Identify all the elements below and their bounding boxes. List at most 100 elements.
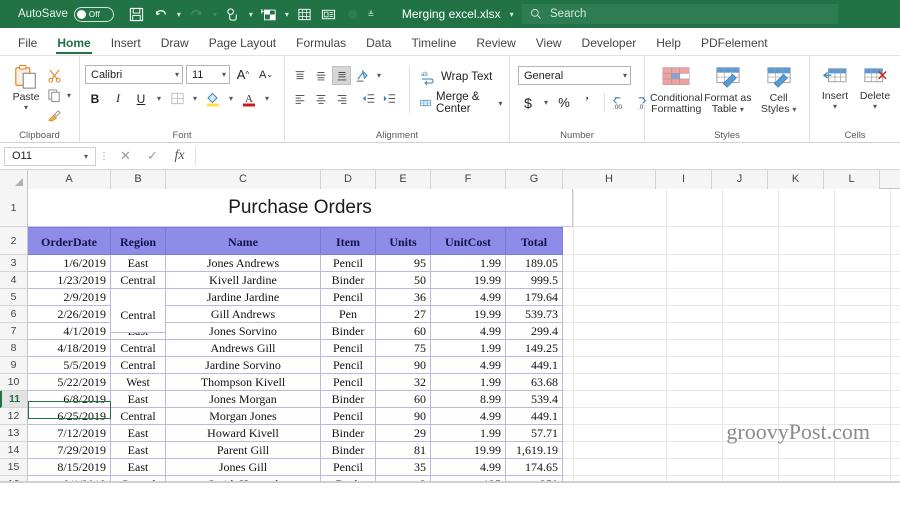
tab-insert[interactable]: Insert xyxy=(101,33,151,55)
delete-dropdown-icon[interactable]: ▾ xyxy=(870,102,880,111)
record-icon[interactable] xyxy=(342,3,364,25)
accounting-dropdown-icon[interactable]: ▾ xyxy=(541,98,551,107)
cell-orderdate[interactable]: 5/5/2019 xyxy=(28,357,111,374)
paste-button[interactable]: Paste ▾ xyxy=(5,62,47,112)
cell-styles-dropdown-icon[interactable]: ▾ xyxy=(792,105,796,114)
column-header-e[interactable]: E xyxy=(376,170,431,189)
tab-review[interactable]: Review xyxy=(466,33,525,55)
save-icon[interactable] xyxy=(126,3,148,25)
cell-total[interactable]: 299.4 xyxy=(506,323,563,340)
cell-region[interactable]: East xyxy=(111,391,166,408)
row-header-14[interactable]: 14 xyxy=(0,442,27,459)
cell-units[interactable]: 81 xyxy=(376,442,431,459)
cell-orderdate[interactable]: 1/23/2019 xyxy=(28,272,111,289)
cell-name[interactable]: Morgan Jones xyxy=(166,408,321,425)
row-header-7[interactable]: 7 xyxy=(0,323,27,340)
cell-total[interactable]: 539.73 xyxy=(506,306,563,323)
cell-total[interactable]: 174.65 xyxy=(506,459,563,476)
cell-units[interactable]: 35 xyxy=(376,459,431,476)
number-format-combo[interactable]: General ▾ xyxy=(518,66,631,85)
row-header-8[interactable]: 8 xyxy=(0,340,27,357)
font-color-button[interactable]: A xyxy=(239,89,259,108)
cell-total[interactable]: 189.05 xyxy=(506,255,563,272)
row-header-6[interactable]: 6 xyxy=(0,306,27,323)
cell-orderdate[interactable]: 1/6/2019 xyxy=(28,255,111,272)
merge-center-button[interactable]: Merge & Center ▾ xyxy=(420,91,504,115)
orientation-dropdown-icon[interactable]: ▾ xyxy=(374,71,384,80)
cell-total[interactable]: 449.1 xyxy=(506,408,563,425)
align-right-button[interactable] xyxy=(332,89,351,108)
increase-font-size-button[interactable]: A ^ xyxy=(233,65,253,84)
cell-unitcost[interactable]: 1.99 xyxy=(431,425,506,442)
header-units[interactable]: Units xyxy=(376,227,431,255)
cell-total[interactable]: 179.64 xyxy=(506,289,563,306)
borders-button[interactable] xyxy=(167,89,187,108)
cell-unitcost[interactable]: 19.99 xyxy=(431,272,506,289)
row-header-3[interactable]: 3 xyxy=(0,255,27,272)
column-header-a[interactable]: A xyxy=(28,170,111,189)
format-as-table-button[interactable]: Format as Table ▾ xyxy=(703,62,754,115)
borders-dropdown-icon[interactable]: ▾ xyxy=(190,94,200,103)
accounting-format-button[interactable]: $ xyxy=(518,93,538,112)
cell-total[interactable]: 149.25 xyxy=(506,340,563,357)
cell-item[interactable]: Pencil xyxy=(321,357,376,374)
row-header-4[interactable]: 4 xyxy=(0,272,27,289)
cell-name[interactable]: Jones Gill xyxy=(166,459,321,476)
decrease-indent-button[interactable] xyxy=(359,89,378,108)
row-header-12[interactable]: 12 xyxy=(0,408,27,425)
select-all-corner[interactable] xyxy=(0,170,28,189)
column-header-i[interactable]: I xyxy=(656,170,712,189)
cell-item[interactable]: Desk xyxy=(321,476,376,481)
font-color-dropdown-icon[interactable]: ▾ xyxy=(262,94,272,103)
undo-icon[interactable] xyxy=(150,3,172,25)
paste-dropdown-icon[interactable]: ▾ xyxy=(21,103,31,112)
conditional-formatting-button[interactable]: Conditional Formatting xyxy=(650,62,703,115)
cell-region[interactable]: Central xyxy=(111,357,166,374)
cell-total[interactable]: 1,619.19 xyxy=(506,442,563,459)
header-orderdate[interactable]: OrderDate xyxy=(28,227,111,255)
cell-units[interactable]: 90 xyxy=(376,408,431,425)
tab-view[interactable]: View xyxy=(526,33,572,55)
tab-timeline[interactable]: Timeline xyxy=(401,33,466,55)
align-top-button[interactable] xyxy=(290,66,309,85)
cell-item[interactable]: Pencil xyxy=(321,255,376,272)
cell-region[interactable]: Central xyxy=(111,340,166,357)
merge-center-dropdown-icon[interactable]: ▾ xyxy=(497,99,504,108)
cell-units[interactable]: 36 xyxy=(376,289,431,306)
bold-button[interactable]: B xyxy=(85,89,105,108)
font-name-combo[interactable]: Calibri ▾ xyxy=(85,65,183,84)
cell-region[interactable]: West xyxy=(111,374,166,391)
row-header-15[interactable]: 15 xyxy=(0,459,27,476)
cell-orderdate[interactable]: 9/1/2019 xyxy=(28,476,111,481)
cell-name[interactable]: Jardine Jardine xyxy=(166,289,321,306)
touch-mode-icon[interactable] xyxy=(222,3,244,25)
customize-icon[interactable]: ≚ xyxy=(366,10,376,19)
column-header-c[interactable]: C xyxy=(166,170,321,189)
cell-name[interactable]: Thompson Kivell xyxy=(166,374,321,391)
tab-page-layout[interactable]: Page Layout xyxy=(199,33,286,55)
cut-button[interactable] xyxy=(47,66,74,84)
tab-pdfelement[interactable]: PDFelement xyxy=(691,33,778,55)
name-box-dropdown-icon[interactable]: ▾ xyxy=(81,152,91,161)
column-header-l[interactable]: L xyxy=(824,170,880,189)
cell-total[interactable]: 999.5 xyxy=(506,272,563,289)
cell-orderdate[interactable]: 2/26/2019 xyxy=(28,306,111,323)
format-painter-button[interactable] xyxy=(47,106,74,124)
column-header-h[interactable]: H xyxy=(563,170,656,189)
cell-name[interactable]: Andrews Gill xyxy=(166,340,321,357)
font-size-combo[interactable]: 11 ▾ xyxy=(186,65,230,84)
document-dropdown-icon[interactable]: ▾ xyxy=(507,10,517,19)
fill-color-dropdown-icon[interactable]: ▾ xyxy=(226,94,236,103)
cell-units[interactable]: 60 xyxy=(376,323,431,340)
tab-data[interactable]: Data xyxy=(356,33,401,55)
cell-unitcost[interactable]: 125 xyxy=(431,476,506,481)
column-header-f[interactable]: F xyxy=(431,170,506,189)
name-box[interactable]: O11 ▾ xyxy=(4,146,96,166)
cell-name[interactable]: Gill Andrews xyxy=(166,306,321,323)
cell-orderdate[interactable]: 7/29/2019 xyxy=(28,442,111,459)
cell-name[interactable]: Howard Kivell xyxy=(166,425,321,442)
row-header-9[interactable]: 9 xyxy=(0,357,27,374)
autosave-toggle[interactable]: Off xyxy=(73,6,114,22)
cell-unitcost[interactable]: 4.99 xyxy=(431,323,506,340)
cell-unitcost[interactable]: 19.99 xyxy=(431,442,506,459)
